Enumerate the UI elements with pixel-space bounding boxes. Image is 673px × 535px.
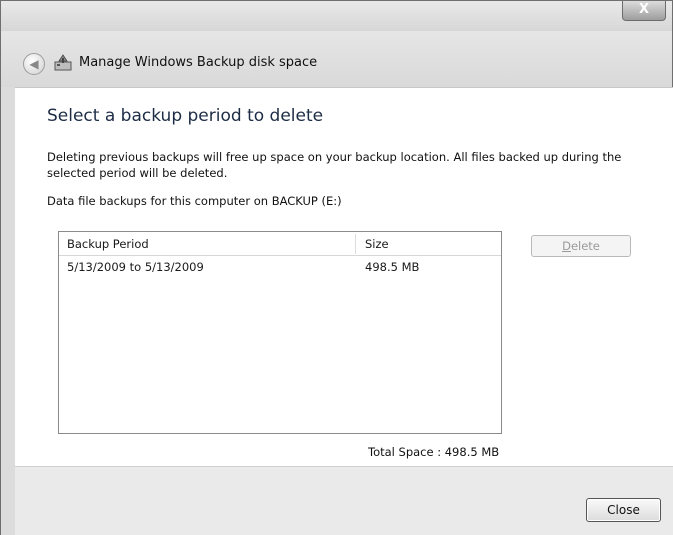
size-cell: 498.5 MB [365, 260, 420, 274]
backup-disk-icon [54, 54, 72, 71]
close-button[interactable]: Close [586, 498, 661, 522]
backup-location-text: Data file backups for this computer on B… [47, 194, 342, 208]
delete-mnemonic: D [562, 239, 571, 253]
total-space-text: Total Space : 498.5 MB [368, 445, 500, 459]
dialog-window: X ◀ Manage Windows Backup disk space Sel… [0, 0, 673, 535]
list-item[interactable]: 5/13/2009 to 5/13/2009 498.5 MB [59, 260, 501, 278]
description-text: Deleting previous backups will free up s… [47, 150, 622, 180]
delete-button[interactable]: Delete [531, 235, 631, 257]
navigation-bar: ◀ Manage Windows Backup disk space [1, 31, 672, 87]
column-header-size[interactable]: Size [365, 237, 389, 251]
footer-bar: Close [15, 466, 673, 535]
delete-label: elete [570, 239, 600, 253]
title-bar: X [1, 1, 672, 31]
column-divider[interactable] [355, 234, 356, 254]
backup-period-cell: 5/13/2009 to 5/13/2009 [67, 260, 204, 274]
column-header-backup-period[interactable]: Backup Period [67, 237, 149, 251]
back-arrow-icon[interactable]: ◀ [23, 53, 45, 75]
close-window-button[interactable]: X [622, 1, 666, 21]
page-heading: Select a backup period to delete [47, 106, 324, 126]
content-panel: Select a backup period to delete Deletin… [15, 87, 673, 466]
list-header: Backup Period Size [59, 232, 501, 256]
backup-period-list[interactable]: Backup Period Size 5/13/2009 to 5/13/200… [58, 231, 502, 434]
left-frame [1, 87, 15, 535]
dialog-title: Manage Windows Backup disk space [79, 55, 318, 70]
